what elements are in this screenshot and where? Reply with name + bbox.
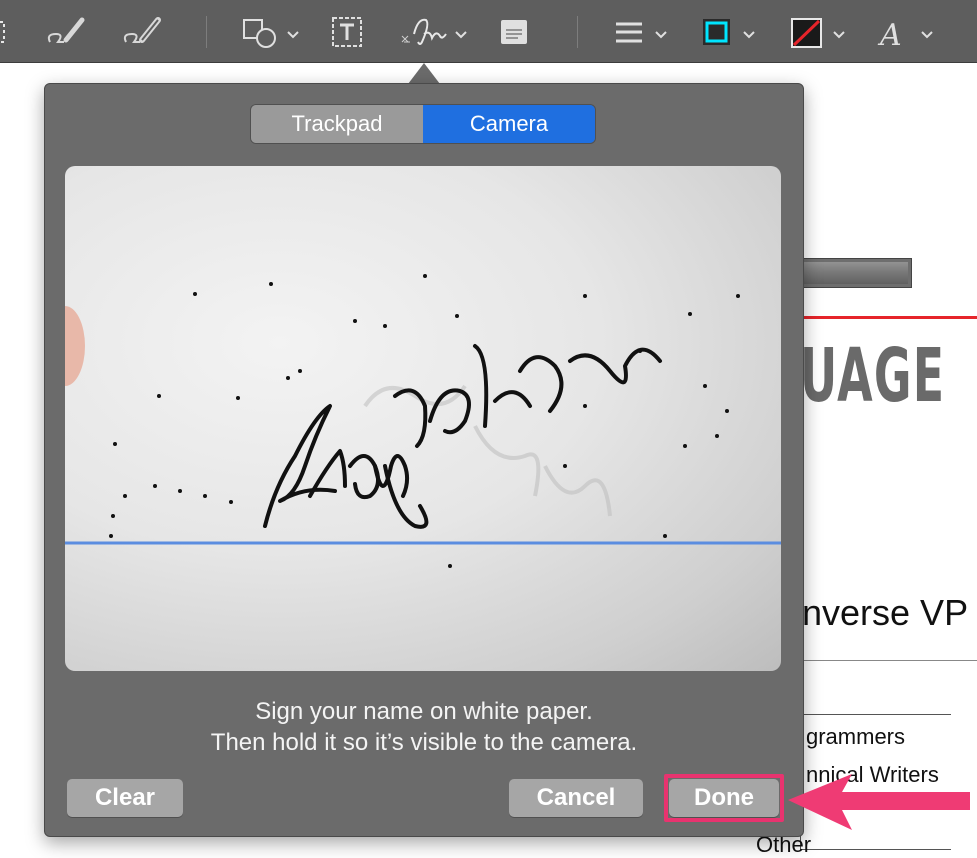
signature-image bbox=[65, 274, 781, 568]
shapes-icon[interactable] bbox=[240, 12, 304, 52]
capture-mode-segmented-control: Trackpad Camera bbox=[251, 105, 595, 143]
done-highlight-box bbox=[664, 774, 784, 822]
line-style-icon[interactable] bbox=[612, 12, 674, 52]
popover-caret bbox=[408, 63, 440, 84]
toolbar-separator bbox=[206, 16, 207, 48]
tab-trackpad[interactable]: Trackpad bbox=[251, 105, 423, 143]
markup-toolbar: A bbox=[0, 0, 977, 63]
selection-icon[interactable] bbox=[0, 12, 10, 52]
tab-camera[interactable]: Camera bbox=[423, 105, 595, 143]
fill-color-icon[interactable] bbox=[788, 12, 852, 52]
toolbar-separator bbox=[577, 16, 578, 48]
camera-preview bbox=[65, 166, 781, 671]
document-rule bbox=[800, 660, 977, 661]
document-heading: nverse VP bbox=[802, 592, 969, 633]
text-style-icon[interactable]: A bbox=[876, 12, 940, 52]
red-divider bbox=[800, 316, 977, 319]
cancel-button[interactable]: Cancel bbox=[509, 779, 643, 817]
draw-icon[interactable] bbox=[120, 12, 166, 52]
legend-item: grammers bbox=[806, 724, 906, 749]
signature-icon[interactable] bbox=[400, 12, 472, 52]
border-color-icon[interactable] bbox=[700, 12, 762, 52]
note-icon[interactable] bbox=[498, 12, 530, 52]
document-wordmark: UAGE bbox=[800, 333, 946, 419]
instructions-line-2: Then hold it so it’s visible to the came… bbox=[210, 729, 638, 756]
instructions-line-1: Sign your name on white paper. bbox=[255, 698, 593, 725]
text-box-icon[interactable] bbox=[330, 12, 364, 52]
camera-instructions: Sign your name on white paper. Then hold… bbox=[45, 696, 803, 758]
signature-popover: Trackpad Camera Sign your name on white … bbox=[44, 83, 804, 837]
sketch-icon[interactable] bbox=[44, 12, 90, 52]
decorative-bar bbox=[800, 258, 912, 288]
pointer-arrow bbox=[788, 774, 970, 830]
clear-button[interactable]: Clear bbox=[67, 779, 183, 817]
svg-text:A: A bbox=[877, 18, 902, 52]
